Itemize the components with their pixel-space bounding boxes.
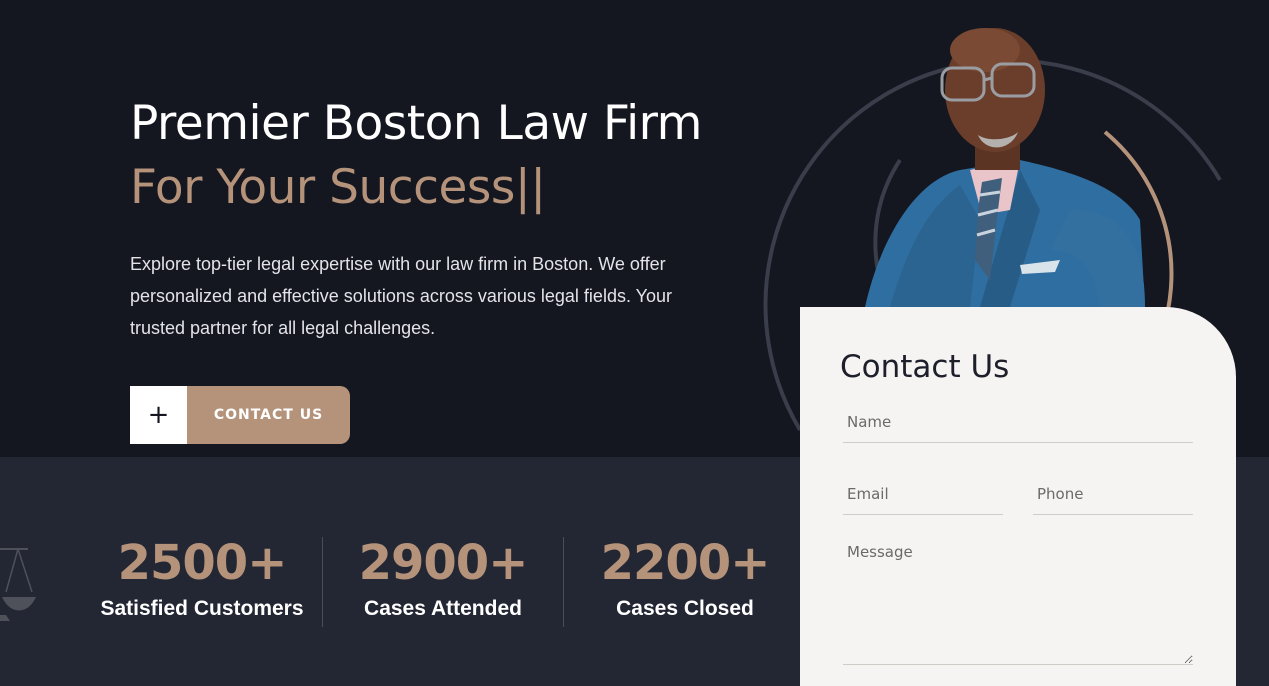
contact-form-title: Contact Us <box>840 349 1010 385</box>
stat-cases-attended: 2900+ Cases Attended <box>323 537 563 623</box>
hero-description: Explore top-tier legal expertise with ou… <box>130 254 672 338</box>
plus-icon: + <box>130 386 187 444</box>
stat-value: 2900+ <box>358 535 529 591</box>
message-field[interactable] <box>843 539 1193 665</box>
scales-of-justice-icon <box>0 548 36 621</box>
typing-caret: || <box>514 160 546 215</box>
contact-us-button[interactable]: + CONTACT US <box>130 386 350 444</box>
page: Premier Boston Law Firm For Your Success… <box>0 0 1269 686</box>
stat-label: Cases Attended <box>364 597 522 620</box>
email-field[interactable] <box>843 473 1003 515</box>
stat-cases-closed: 2200+ Cases Closed <box>565 537 805 623</box>
attorney-portrait <box>865 28 1145 307</box>
hero-title-line2: For Your Success|| <box>130 156 702 220</box>
contact-form: Contact Us <box>800 307 1236 686</box>
stat-satisfied-customers: 2500+ Satisfied Customers <box>82 537 322 623</box>
stat-label: Satisfied Customers <box>100 597 304 620</box>
stat-value: 2200+ <box>600 535 771 591</box>
name-field[interactable] <box>843 401 1193 443</box>
stat-label: Cases Closed <box>616 597 754 620</box>
phone-field[interactable] <box>1033 473 1193 515</box>
hero-title: Premier Boston Law Firm For Your Success… <box>130 92 702 220</box>
stat-value: 2500+ <box>117 535 288 591</box>
stat-divider <box>563 537 564 627</box>
hero-title-line1: Premier Boston Law Firm <box>130 96 702 151</box>
hero-title-accent: For Your Success <box>130 160 515 215</box>
contact-us-button-label: CONTACT US <box>187 386 350 444</box>
